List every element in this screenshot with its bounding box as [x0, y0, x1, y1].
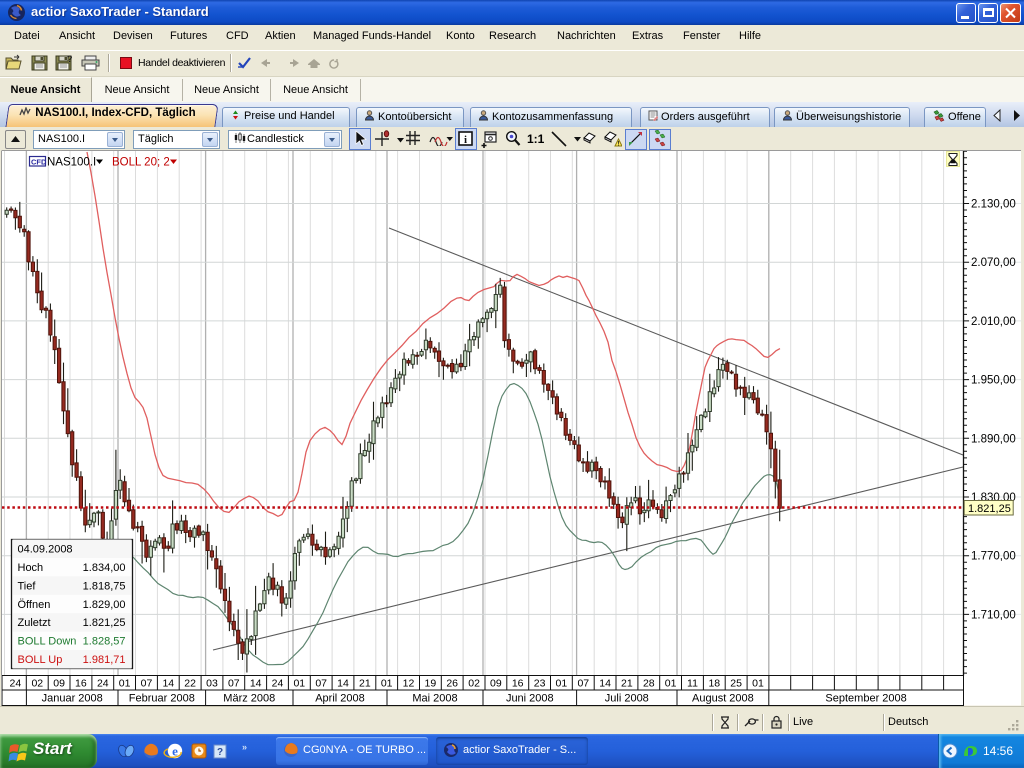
svg-text:»: »	[242, 742, 247, 752]
svg-text:?: ?	[217, 747, 223, 758]
